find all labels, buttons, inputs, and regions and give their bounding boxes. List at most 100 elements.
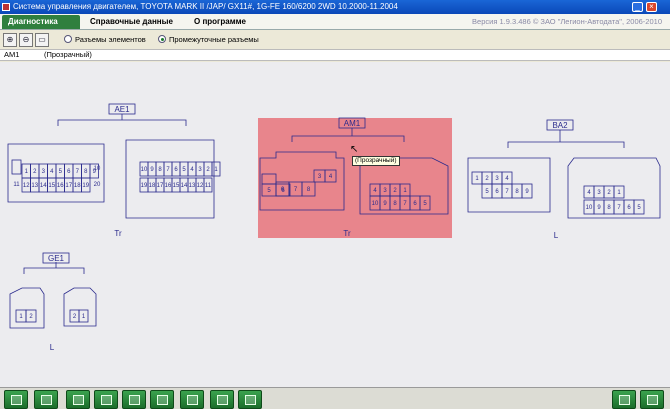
title-bar: Система управления двигателем, TOYOTA MA…: [0, 0, 670, 14]
pin-label: 6: [67, 169, 71, 175]
group-bracket: [57, 119, 187, 126]
connector-label-ae1: AE1: [114, 105, 130, 114]
button-glyph: [187, 395, 198, 405]
app-icon: [2, 3, 10, 11]
pin-label: 15: [48, 183, 55, 189]
zoom-in-icon[interactable]: ⊕: [3, 33, 17, 47]
pin-label: 4: [50, 169, 54, 175]
export-icon[interactable]: [238, 390, 262, 409]
pin-label: 8: [607, 205, 611, 211]
button-glyph: [217, 395, 228, 405]
radio-dot-icon: [64, 35, 72, 43]
pin-label: 8: [515, 189, 519, 195]
back-icon[interactable]: [34, 390, 58, 409]
tab-about[interactable]: О программе: [188, 15, 252, 29]
print-icon[interactable]: [612, 390, 636, 409]
pin-label: 5: [637, 205, 641, 211]
pin-label: 16: [165, 183, 172, 189]
pin-label: 17: [65, 183, 72, 189]
pin-label: 9: [150, 167, 154, 173]
pin-label: 6: [174, 167, 178, 173]
pin-cell: [11, 159, 22, 175]
exit-icon[interactable]: [640, 390, 664, 409]
pin-label: 1: [19, 314, 23, 320]
connector-suffix: L: [50, 343, 55, 352]
pin-label: 12: [197, 183, 204, 189]
signal-icon[interactable]: [122, 390, 146, 409]
list-icon[interactable]: [150, 390, 174, 409]
pin-label: 13: [189, 183, 196, 189]
home-icon[interactable]: [4, 390, 28, 409]
pin-label: 11: [13, 182, 20, 188]
connector-am1: AM13 46 7 85 6 4 3 2 110 9 8 7 6 5Tr: [258, 117, 452, 238]
zoom-out-icon[interactable]: ⊖: [19, 33, 33, 47]
button-glyph: [129, 395, 140, 405]
pin-label: 10: [372, 201, 379, 207]
copy-icon[interactable]: [210, 390, 234, 409]
pin-label: 2: [485, 176, 489, 182]
button-glyph: [101, 395, 112, 405]
connector-housing: [467, 157, 551, 213]
pin-label: 14: [181, 183, 188, 189]
app-window: Система управления двигателем, TOYOTA MA…: [0, 0, 670, 409]
radio-element-connectors[interactable]: Разъемы элементов: [64, 35, 146, 45]
pin-label: 8: [158, 167, 162, 173]
pin-label: 2: [33, 169, 37, 175]
connector-suffix: Tr: [343, 229, 351, 238]
pin-label: 14: [40, 183, 47, 189]
pin-label: 16: [57, 183, 64, 189]
connector-diagram[interactable]: AE11 2 3 4 5 6 7 8 911 12 13 14 15 16 17 18 19102010 9 8 7 6…: [0, 62, 670, 388]
group-bracket: [507, 141, 625, 148]
pin-label: 7: [76, 169, 80, 175]
toolbar: ⊕ ⊖ ▭ Разъемы элементов Промежуточные ра…: [0, 31, 670, 49]
connector-suffix: Tr: [114, 229, 122, 238]
selected-color: (Прозрачный): [44, 50, 92, 59]
connector-housing: [63, 287, 97, 327]
pin-label: 1: [475, 176, 479, 182]
pin-label: 10: [586, 205, 593, 211]
pin-label: 13: [31, 183, 38, 189]
button-glyph: [619, 395, 630, 405]
minimize-icon[interactable]: _: [632, 2, 643, 12]
tab-reference-data[interactable]: Справочные данные: [84, 15, 179, 29]
pin-label: 4: [587, 190, 591, 196]
pin-label: 20: [94, 182, 101, 188]
button-glyph: [245, 395, 256, 405]
version-text: Версия 1.9.3.486 © ЗАО "Легион-Автодата"…: [472, 17, 662, 26]
button-glyph: [41, 395, 52, 405]
pin-label: 2: [206, 167, 210, 173]
pin-label: 15: [173, 183, 180, 189]
selection-line: AM1 (Прозрачный): [0, 49, 670, 61]
pin-label: 3: [198, 167, 202, 173]
pin-label: 1: [214, 167, 218, 173]
pin-label: 9: [597, 205, 601, 211]
connector-suffix: L: [554, 231, 559, 240]
window-title: Система управления двигателем, TOYOTA MA…: [13, 2, 398, 11]
group-bracket: [23, 267, 85, 274]
button-glyph: [647, 395, 658, 405]
pin-label: 2: [607, 190, 611, 196]
lab-icon[interactable]: [180, 390, 204, 409]
pin-label: 5: [485, 189, 489, 195]
pin-label: 5: [182, 167, 186, 173]
pin-label: 1: [617, 190, 621, 196]
close-icon[interactable]: ×: [646, 2, 657, 12]
grid-icon[interactable]: [94, 390, 118, 409]
pin-label: 8: [84, 169, 88, 175]
pin-label: 6: [627, 205, 631, 211]
radio-intermediate-connectors[interactable]: Промежуточные разъемы: [158, 35, 259, 45]
pin-label: 10: [141, 167, 148, 173]
pin-label: 18: [149, 183, 156, 189]
tab-strip: Диагностика Справочные данные О программ…: [0, 14, 670, 30]
tools-icon[interactable]: [66, 390, 90, 409]
diagram-canvas[interactable]: AE1 1 2 3 4 5 6 7 8 9 11 12 13 14 15 16 17 18 19 10 20 10 9 8 7 6…: [0, 62, 670, 388]
pin-label: 2: [29, 314, 33, 320]
fit-window-icon[interactable]: ▭: [35, 33, 49, 47]
pin-label: 10: [94, 166, 101, 172]
connector-housing: [125, 139, 215, 219]
pin-label: 19: [82, 183, 89, 189]
pin-label: 18: [74, 183, 81, 189]
tab-diagnostics[interactable]: Диагностика: [2, 15, 80, 29]
connector-ae1: AE11 2 3 4 5 6 7 8 911 12 13 14 15 16 17 18 19102010 9 8 7 6…: [7, 103, 221, 238]
pin-label: 7: [166, 167, 170, 173]
